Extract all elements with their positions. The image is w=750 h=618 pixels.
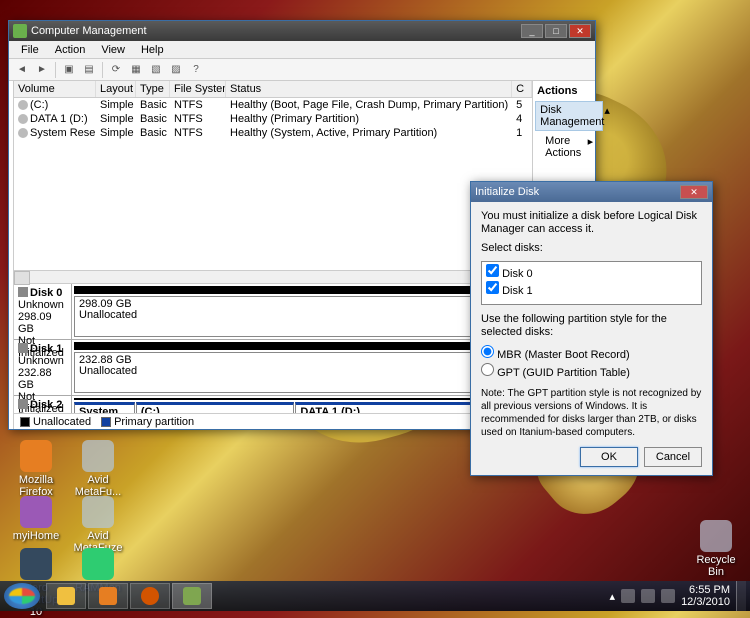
select-disks-label: Select disks: (481, 242, 702, 255)
volume-row[interactable]: DATA 1 (D:)SimpleBasicNTFSHealthy (Prima… (14, 112, 532, 126)
toolbar-btn[interactable]: ▨ (167, 61, 185, 79)
gpt-radio[interactable]: GPT (GUID Partition Table) (481, 363, 702, 381)
taskbar-compmgmt[interactable] (172, 583, 212, 609)
window-title: Computer Management (31, 25, 519, 37)
dialog-title: Initialize Disk (475, 186, 678, 198)
toolbar: ◄ ► ▣ ▤ ⟳ ▦ ▧ ▨ ? (9, 59, 595, 81)
volume-row[interactable]: System ReservedSimpleBasicNTFSHealthy (S… (14, 126, 532, 140)
system-tray[interactable]: ▴ 6:55 PM12/3/2010 (610, 584, 736, 608)
dialog-titlebar[interactable]: Initialize Disk ✕ (471, 182, 712, 202)
legend: Unallocated Primary partition (14, 413, 532, 429)
desktop-icon-recycle-bin[interactable]: Recycle Bin (688, 520, 744, 578)
chevron-up-icon: ▴ (604, 104, 610, 128)
actions-selected[interactable]: Disk Management▴ (535, 101, 603, 131)
menu-help[interactable]: Help (133, 44, 172, 56)
disk-row[interactable]: Disk 1Unknown232.88 GBNot Initialized232… (14, 340, 532, 396)
back-button[interactable]: ◄ (13, 61, 31, 79)
actions-header: Actions (535, 83, 603, 99)
partition[interactable]: 232.88 GBUnallocated (74, 352, 530, 393)
tray-network-icon[interactable] (641, 589, 655, 603)
actions-more[interactable]: More Actions▸ (535, 133, 603, 161)
maximize-button[interactable]: □ (545, 24, 567, 38)
tree-root[interactable]: Computer Management (Local (11, 83, 13, 98)
taskbar-explorer[interactable] (46, 583, 86, 609)
taskbar-mediaplayer[interactable] (88, 583, 128, 609)
partition[interactable]: System Re100 MB NTFSHealthy (Sy (74, 402, 135, 414)
taskbar-firefox[interactable] (130, 583, 170, 609)
help-button[interactable]: ? (187, 61, 205, 79)
show-desktop-button[interactable] (736, 581, 746, 611)
dialog-close-button[interactable]: ✕ (680, 185, 708, 199)
horizontal-scrollbar[interactable] (14, 270, 532, 284)
taskbar: ▴ 6:55 PM12/3/2010 (0, 581, 750, 611)
titlebar[interactable]: Computer Management _ □ ✕ (9, 21, 595, 41)
app-icon (13, 24, 27, 38)
disk-checkbox-0[interactable]: Disk 0 (486, 264, 697, 281)
toolbar-btn[interactable]: ▣ (60, 61, 78, 79)
initialize-disk-dialog: Initialize Disk ✕ You must initialize a … (470, 181, 713, 476)
disk-graphic-panel[interactable]: Disk 0Unknown298.09 GBNot Initialized298… (14, 284, 532, 414)
volume-row[interactable]: (C:)SimpleBasicNTFSHealthy (Boot, Page F… (14, 98, 532, 112)
menu-view[interactable]: View (93, 44, 133, 56)
tray-show-hidden-icon[interactable]: ▴ (610, 590, 616, 603)
minimize-button[interactable]: _ (521, 24, 543, 38)
desktop-icon-firefox[interactable]: Mozilla Firefox (8, 440, 64, 498)
close-button[interactable]: ✕ (569, 24, 591, 38)
partition[interactable]: (C:)58.49 GB NTFSHealthy (Boot, Page Fil… (136, 402, 294, 414)
tray-icon[interactable] (621, 589, 635, 603)
disk-row[interactable]: Disk 0Unknown298.09 GBNot Initialized298… (14, 284, 532, 340)
center-panel: Volume Layout Type File System Status C … (14, 81, 533, 429)
disk-row[interactable]: Disk 2Basic465.76 GBOnlineSystem Re100 M… (14, 396, 532, 414)
toolbar-btn[interactable]: ▤ (80, 61, 98, 79)
chevron-right-icon: ▸ (588, 135, 594, 159)
desktop-icon[interactable]: myiHome (8, 496, 64, 542)
menu-file[interactable]: File (13, 44, 47, 56)
tray-volume-icon[interactable] (661, 589, 675, 603)
start-button[interactable] (4, 583, 40, 609)
toolbar-btn[interactable]: ▧ (147, 61, 165, 79)
volume-list[interactable]: Volume Layout Type File System Status C … (14, 81, 532, 140)
ok-button[interactable]: OK (580, 447, 638, 467)
toolbar-btn[interactable]: ▦ (127, 61, 145, 79)
mbr-radio[interactable]: MBR (Master Boot Record) (481, 345, 702, 363)
partition-style-label: Use the following partition style for th… (481, 313, 702, 339)
taskbar-clock[interactable]: 6:55 PM12/3/2010 (681, 584, 730, 608)
partition[interactable]: 298.09 GBUnallocated (74, 296, 530, 337)
forward-button[interactable]: ► (33, 61, 51, 79)
desktop-icon[interactable]: Avid MetaFuze (70, 496, 126, 554)
disk-listbox[interactable]: Disk 0 Disk 1 (481, 261, 702, 305)
menubar: File Action View Help (9, 41, 595, 59)
dialog-note: Note: The GPT partition style is not rec… (481, 387, 702, 439)
desktop-icon[interactable]: Avid MetaFu... (70, 440, 126, 498)
dialog-message: You must initialize a disk before Logica… (481, 210, 702, 236)
cancel-button[interactable]: Cancel (644, 447, 702, 467)
volume-header[interactable]: Volume Layout Type File System Status C (14, 81, 532, 98)
refresh-button[interactable]: ⟳ (107, 61, 125, 79)
disk-checkbox-1[interactable]: Disk 1 (486, 281, 697, 298)
menu-action[interactable]: Action (47, 44, 94, 56)
